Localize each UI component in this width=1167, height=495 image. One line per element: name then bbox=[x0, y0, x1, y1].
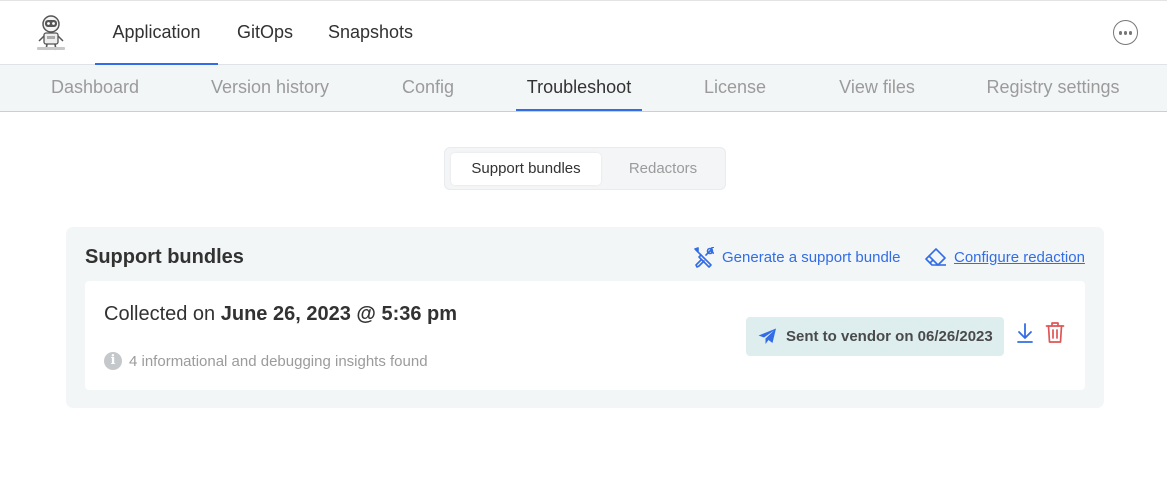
eraser-icon bbox=[925, 247, 946, 266]
tab-version-history[interactable]: Version history bbox=[200, 65, 340, 111]
configure-redaction-link[interactable]: Configure redaction bbox=[925, 246, 1085, 268]
card-title: Support bundles bbox=[85, 246, 244, 268]
tools-icon bbox=[694, 246, 714, 268]
tab-application[interactable]: Application bbox=[95, 1, 218, 65]
tab-gitops[interactable]: GitOps bbox=[225, 1, 305, 65]
generate-support-bundle-label: Generate a support bundle bbox=[722, 248, 901, 266]
support-bundles-card: Support bundles Generate a support bundl… bbox=[66, 227, 1104, 408]
top-navigation: Application GitOps Snapshots bbox=[0, 0, 1167, 65]
toggle-support-bundles[interactable]: Support bundles bbox=[451, 153, 601, 185]
collected-text: Collected on June 26, 2023 @ 5:36 pm bbox=[104, 303, 457, 326]
generate-support-bundle-link[interactable]: Generate a support bundle bbox=[693, 246, 900, 268]
tab-troubleshoot[interactable]: Troubleshoot bbox=[516, 65, 642, 111]
support-bundle-row[interactable]: Collected on June 26, 2023 @ 5:36 pm i 4… bbox=[85, 281, 1085, 390]
collected-date: June 26, 2023 @ 5:36 pm bbox=[220, 303, 458, 325]
trash-icon[interactable] bbox=[1045, 321, 1065, 344]
configure-redaction-label: Configure redaction bbox=[954, 248, 1085, 266]
toggle-redactors[interactable]: Redactors bbox=[605, 153, 721, 185]
download-icon[interactable] bbox=[1015, 322, 1035, 344]
sub-navigation: Dashboard Version history Config Trouble… bbox=[0, 65, 1167, 112]
collected-prefix: Collected on bbox=[104, 303, 216, 325]
tab-dashboard[interactable]: Dashboard bbox=[40, 65, 150, 111]
info-icon: i bbox=[104, 352, 122, 370]
paper-plane-icon bbox=[758, 328, 776, 344]
view-toggle: Support bundles Redactors bbox=[444, 147, 726, 190]
robot-logo-icon[interactable] bbox=[34, 14, 68, 52]
insights-summary: i 4 informational and debugging insights… bbox=[104, 351, 428, 371]
tab-config[interactable]: Config bbox=[390, 65, 466, 111]
tab-snapshots[interactable]: Snapshots bbox=[318, 1, 423, 65]
sent-to-vendor-label: Sent to vendor on 06/26/2023 bbox=[786, 328, 993, 345]
tab-license[interactable]: License bbox=[692, 65, 778, 111]
insights-text: 4 informational and debugging insights f… bbox=[129, 352, 428, 370]
tab-view-files[interactable]: View files bbox=[828, 65, 926, 111]
tab-registry-settings[interactable]: Registry settings bbox=[976, 65, 1130, 111]
sent-to-vendor-badge: Sent to vendor on 06/26/2023 bbox=[746, 317, 1004, 356]
more-options-icon[interactable] bbox=[1113, 20, 1138, 45]
